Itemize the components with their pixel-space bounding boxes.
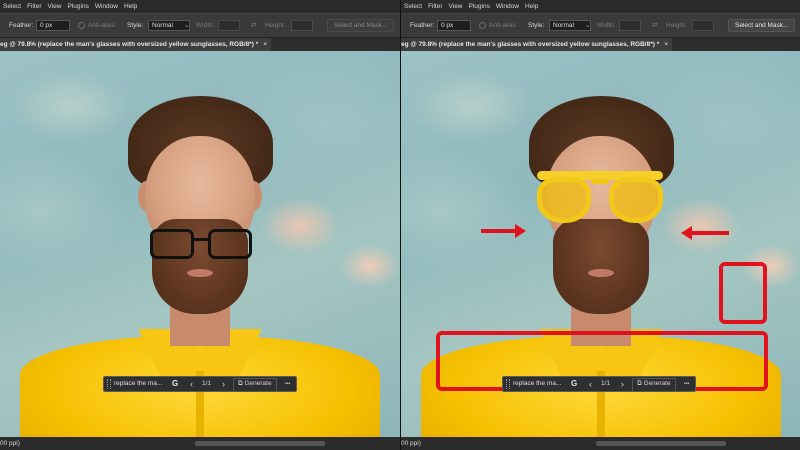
generate-button[interactable]: ⧉ Generate: [632, 378, 676, 392]
menu-window[interactable]: Window: [92, 3, 121, 10]
glasses-bridge: [194, 238, 208, 241]
prompt-text[interactable]: replace the ma...: [114, 377, 162, 391]
glasses-lens-right: [208, 229, 252, 259]
width-label: Width:: [597, 22, 616, 29]
chevron-left-icon[interactable]: ‹: [589, 377, 592, 391]
drag-handle-icon[interactable]: [107, 379, 111, 389]
document-tab[interactable]: eg @ 79.8% (replace the man's glasses wi…: [401, 38, 673, 52]
menu-view[interactable]: View: [446, 3, 466, 10]
image-canvas[interactable]: replace the ma... G ‹ 1/1 › ⧉ Generate •…: [401, 51, 800, 437]
horizontal-scrollbar[interactable]: [195, 441, 325, 446]
annotation-arrow-left: [681, 226, 729, 240]
menu-select[interactable]: Select: [401, 3, 425, 10]
options-bar: Feather: 0 px Anti-alias Style: Normal ⌄…: [0, 13, 400, 38]
height-label: Height:: [265, 22, 286, 29]
generative-fill-bar: replace the ma... G ‹ 1/1 › ⧉ Generate •…: [502, 376, 696, 392]
antialias-label: Anti-alias: [88, 22, 115, 29]
prompt-text[interactable]: replace the ma...: [513, 377, 561, 391]
lips: [187, 269, 213, 277]
lips: [588, 269, 614, 277]
chevron-right-icon[interactable]: ›: [222, 377, 225, 391]
menu-window[interactable]: Window: [493, 3, 522, 10]
antialias-checkbox[interactable]: [78, 22, 85, 29]
yellow-sunglasses: [537, 171, 663, 225]
height-input[interactable]: [692, 20, 714, 31]
right-panel: Select Filter View Plugins Window Help Feathe…: [400, 0, 800, 450]
swap-icon[interactable]: ⇄: [652, 14, 657, 37]
feather-label: Feather:: [9, 22, 34, 29]
generate-label: Generate: [643, 380, 671, 387]
options-bar: Feather: 0 px Anti-alias Style: Normal ⌄…: [401, 13, 800, 38]
generate-button[interactable]: ⧉ Generate: [233, 378, 277, 392]
close-icon[interactable]: ×: [659, 41, 668, 48]
menu-view[interactable]: View: [45, 3, 65, 10]
feather-label: Feather:: [410, 22, 435, 29]
width-input[interactable]: [218, 20, 240, 31]
sunglasses-bridge: [591, 179, 609, 184]
more-options-icon[interactable]: •••: [285, 377, 290, 391]
height-input[interactable]: [291, 20, 313, 31]
generate-label: Generate: [244, 380, 272, 387]
menu-bar: Select Filter View Plugins Window Help: [0, 0, 400, 13]
annotation-arrow-right: [481, 224, 526, 238]
feather-input[interactable]: 0 px: [36, 20, 70, 31]
chevron-down-icon: ⌄: [184, 22, 190, 29]
menu-select[interactable]: Select: [0, 3, 24, 10]
width-label: Width:: [196, 22, 215, 29]
document-tab-title: eg @ 79.8% (replace the man's glasses wi…: [401, 41, 660, 48]
drag-handle-icon[interactable]: [506, 379, 510, 389]
variation-count: 1/1: [601, 380, 611, 387]
highlight-box-wall: [719, 262, 767, 324]
left-panel: Select Filter View Plugins Window Help Feathe…: [0, 0, 400, 450]
menu-plugins[interactable]: Plugins: [65, 3, 92, 10]
menu-plugins[interactable]: Plugins: [466, 3, 493, 10]
beard: [553, 219, 649, 314]
generative-fill-bar: replace the ma... G ‹ 1/1 › ⧉ Generate •…: [103, 376, 297, 392]
style-label: Style:: [528, 22, 545, 29]
menu-help[interactable]: Help: [121, 3, 140, 10]
antialias-checkbox[interactable]: [479, 22, 486, 29]
status-bar: 00 ppi): [0, 437, 400, 450]
zoom-info: 00 ppi): [0, 440, 20, 447]
menu-filter[interactable]: Filter: [425, 3, 445, 10]
document-tab-title: eg @ 79.8% (replace the man's glasses wi…: [0, 41, 259, 48]
menu-bar: Select Filter View Plugins Window Help: [401, 0, 800, 13]
google-g-icon[interactable]: G: [571, 377, 577, 391]
sunglasses-lens-left: [537, 177, 591, 223]
status-bar: 00 ppi): [401, 437, 800, 450]
select-and-mask-button[interactable]: Select and Mask...: [327, 19, 395, 32]
zoom-info: 00 ppi): [401, 440, 421, 447]
menu-filter[interactable]: Filter: [24, 3, 44, 10]
height-label: Height:: [666, 22, 687, 29]
select-and-mask-button[interactable]: Select and Mask...: [728, 19, 796, 32]
close-icon[interactable]: ×: [258, 41, 267, 48]
black-glasses: [150, 229, 252, 261]
chevron-down-icon: ⌄: [585, 22, 591, 29]
style-label: Style:: [127, 22, 144, 29]
variation-count: 1/1: [202, 380, 212, 387]
antialias-label: Anti-alias: [489, 22, 516, 29]
glasses-lens-left: [150, 229, 194, 259]
feather-input[interactable]: 0 px: [437, 20, 471, 31]
swap-icon[interactable]: ⇄: [251, 14, 256, 37]
sunglasses-lens-right: [609, 177, 663, 223]
more-options-icon[interactable]: •••: [684, 377, 689, 391]
chevron-right-icon[interactable]: ›: [621, 377, 624, 391]
chevron-left-icon[interactable]: ‹: [190, 377, 193, 391]
google-g-icon[interactable]: G: [172, 377, 178, 391]
image-canvas[interactable]: replace the ma... G ‹ 1/1 › ⧉ Generate •…: [0, 51, 400, 437]
width-input[interactable]: [619, 20, 641, 31]
horizontal-scrollbar[interactable]: [596, 441, 726, 446]
menu-help[interactable]: Help: [522, 3, 541, 10]
document-tab[interactable]: eg @ 79.8% (replace the man's glasses wi…: [0, 38, 272, 52]
